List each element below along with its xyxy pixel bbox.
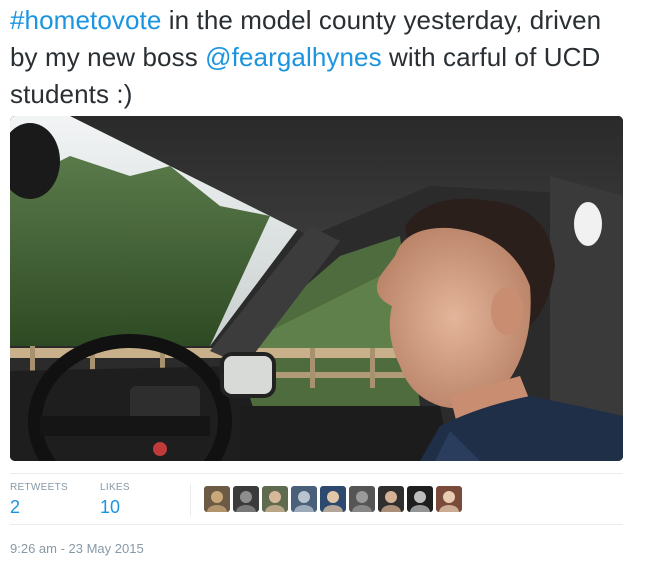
tweet-photo[interactable] <box>10 116 623 461</box>
retweets-label: RETWEETS <box>10 482 68 493</box>
mention-link[interactable]: @feargalhynes <box>205 42 382 72</box>
likes-count[interactable]: 10 <box>100 497 130 518</box>
liker-avatar-3[interactable] <box>262 486 288 512</box>
liker-avatar-5[interactable] <box>320 486 346 512</box>
avatar-image <box>204 486 230 512</box>
liker-avatar-4[interactable] <box>291 486 317 512</box>
likes-stat[interactable]: LIKES 10 <box>100 482 130 518</box>
car-interior-photo <box>10 116 623 461</box>
liker-avatar-9[interactable] <box>436 486 462 512</box>
tweet-text: #hometovote in the model county yesterda… <box>10 2 630 113</box>
avatar-image <box>233 486 259 512</box>
liker-avatar-6[interactable] <box>349 486 375 512</box>
retweets-stat[interactable]: RETWEETS 2 <box>10 482 68 518</box>
retweets-count[interactable]: 2 <box>10 497 68 518</box>
tweet-stats: RETWEETS 2 LIKES 10 <box>10 473 623 525</box>
avatar-image <box>407 486 433 512</box>
tweet-timestamp[interactable]: 9:26 am - 23 May 2015 <box>10 541 144 556</box>
avatar-image <box>349 486 375 512</box>
avatar-image <box>262 486 288 512</box>
liker-avatar-8[interactable] <box>407 486 433 512</box>
avatar-image <box>320 486 346 512</box>
likes-label: LIKES <box>100 482 130 493</box>
avatar-image <box>291 486 317 512</box>
liker-avatar-2[interactable] <box>233 486 259 512</box>
avatar-image <box>436 486 462 512</box>
hashtag-link[interactable]: #hometovote <box>10 5 161 35</box>
stats-divider <box>190 484 191 516</box>
liker-avatar-7[interactable] <box>378 486 404 512</box>
avatar-image <box>378 486 404 512</box>
liker-avatar-1[interactable] <box>204 486 230 512</box>
